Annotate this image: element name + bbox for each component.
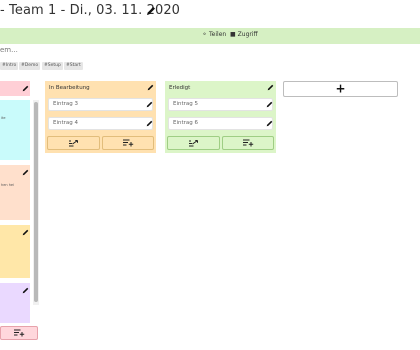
board-header: - Team 1 - Di., 03. 11. 2020 xyxy=(0,0,420,26)
column-done: Erledigt Eintrag 5 Eintrag 6 xyxy=(165,81,276,153)
pencil-icon[interactable] xyxy=(147,84,154,91)
filter-input[interactable]: em... xyxy=(0,46,18,54)
pencil-icon[interactable] xyxy=(266,120,273,127)
pencil-icon[interactable] xyxy=(22,287,29,294)
pencil-icon[interactable] xyxy=(267,84,274,91)
card-label: Eintrag 5 xyxy=(173,101,199,107)
tag-chip[interactable]: #Setup xyxy=(42,62,63,70)
card[interactable]: Eintrag 6 xyxy=(168,117,273,130)
pencil-icon[interactable] xyxy=(146,120,153,127)
share-icon: ⚬ xyxy=(202,31,208,38)
tag-chip[interactable]: #Start xyxy=(64,62,83,70)
left-card-text: hen hei xyxy=(1,183,15,187)
move-cards-button[interactable] xyxy=(167,136,220,150)
move-cards-button[interactable] xyxy=(47,136,100,150)
card-label: Eintrag 6 xyxy=(173,120,199,126)
card[interactable]: Eintrag 5 xyxy=(168,98,273,111)
add-card-icon xyxy=(243,139,254,147)
toolbar: ⚬ Teilen ■ Zugriff xyxy=(0,28,420,44)
add-card-button[interactable] xyxy=(0,326,38,340)
lock-icon: ■ xyxy=(230,31,236,38)
pencil-icon[interactable] xyxy=(146,101,153,108)
pencil-icon[interactable] xyxy=(266,101,273,108)
pencil-icon[interactable] xyxy=(22,169,29,176)
access-link-label: Zugriff xyxy=(237,31,258,38)
access-link[interactable]: ■ Zugriff xyxy=(230,31,258,38)
share-link-label: Teilen xyxy=(209,31,227,38)
scroll-thumb[interactable] xyxy=(34,102,38,302)
pencil-icon[interactable] xyxy=(146,6,156,16)
share-link[interactable]: ⚬ Teilen xyxy=(202,31,226,38)
card[interactable]: Eintrag 4 xyxy=(48,117,153,130)
add-column-label: + xyxy=(335,81,346,96)
column-title: Erledigt xyxy=(169,85,191,91)
filter-bar[interactable]: em... xyxy=(0,44,420,58)
card[interactable]: Eintrag 3 xyxy=(48,98,153,111)
column-title: In Bearbeitung xyxy=(49,85,90,91)
pencil-icon[interactable] xyxy=(22,85,29,92)
add-card-icon xyxy=(14,329,25,337)
move-icon xyxy=(188,140,198,147)
left-card[interactable]: hen hei xyxy=(0,165,30,220)
add-column-button[interactable]: + xyxy=(283,81,398,97)
left-card[interactable] xyxy=(0,225,30,278)
card-label: Eintrag 3 xyxy=(53,101,79,107)
tag-chip[interactable]: #Demo xyxy=(19,62,41,70)
tag-chip[interactable]: #Intro xyxy=(0,62,19,70)
column-in-progress: In Bearbeitung Eintrag 3 Eintrag 4 xyxy=(45,81,156,153)
left-card-text: ite xyxy=(1,116,6,120)
add-card-icon xyxy=(123,139,134,147)
card-label: Eintrag 4 xyxy=(53,120,79,126)
left-card[interactable] xyxy=(0,283,30,323)
left-column-scrollbar[interactable] xyxy=(33,100,39,305)
left-card[interactable]: ite xyxy=(0,100,30,160)
add-card-button[interactable] xyxy=(222,136,274,150)
move-icon xyxy=(68,140,78,147)
left-column-header xyxy=(0,81,30,96)
add-card-button[interactable] xyxy=(102,136,154,150)
pencil-icon[interactable] xyxy=(22,229,29,236)
